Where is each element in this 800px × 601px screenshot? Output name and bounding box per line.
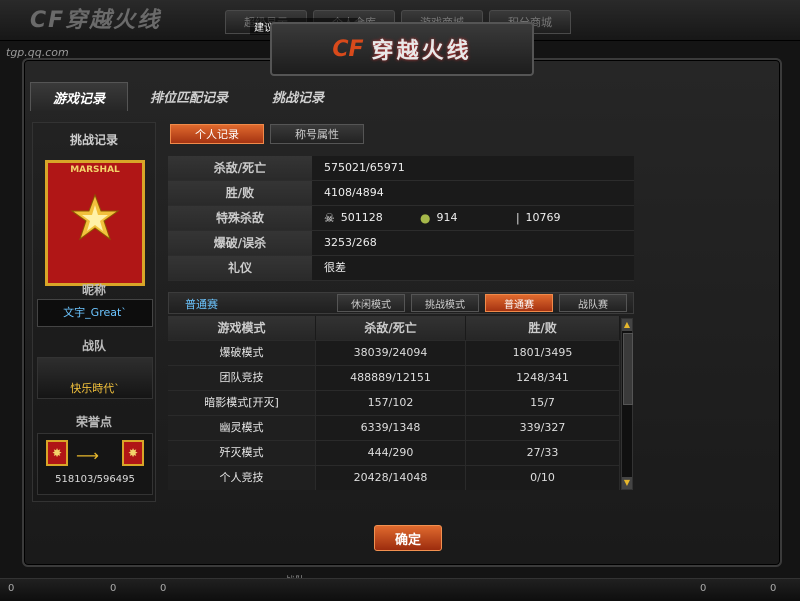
- nickname-value: 文宇_Great`: [37, 299, 153, 327]
- tab-personal-record[interactable]: 个人记录: [170, 124, 264, 144]
- table-row: 幽灵模式 6339/1348 339/327: [168, 415, 620, 440]
- background-logo: CF穿越火线: [30, 8, 162, 33]
- table-scrollbar[interactable]: ▲ ▼: [621, 318, 633, 490]
- grenade-icon: ●: [420, 211, 431, 225]
- table-cell: 27/33: [466, 441, 620, 465]
- stats-table: 杀敌/死亡 575021/65971 胜/败 4108/4894 特殊杀敌 ☠ …: [168, 156, 634, 281]
- stat-value: 很差: [312, 256, 634, 280]
- current-rank-icon: ✸: [46, 440, 68, 466]
- nickname-label: 昵称: [81, 283, 106, 297]
- special-kills: ☠ 501128 ● 914 ǀ 10769: [312, 206, 634, 230]
- table-row: 个人竞技 20428/14048 0/10: [168, 465, 620, 490]
- special-kill-item: ǀ 10769: [516, 206, 612, 230]
- background-count: 0: [770, 583, 777, 594]
- stat-label: 特殊杀敌: [168, 206, 312, 230]
- background-count: 0: [700, 583, 707, 594]
- honor-label: 荣誉点: [75, 415, 112, 429]
- logo-mark: CF: [332, 36, 364, 62]
- table-cell: 歼灭模式: [168, 441, 317, 465]
- mode-label: 普通赛: [185, 298, 218, 311]
- table-cell: 20428/14048: [316, 466, 467, 490]
- table-cell: 幽灵模式: [168, 416, 317, 440]
- tab-challenge-record[interactable]: 挑战记录: [250, 82, 346, 110]
- rank-badge: MARSHAL: [45, 160, 145, 286]
- panel-title: 挑战记录: [69, 133, 118, 147]
- table-header: 游戏模式 杀敌/死亡 胜/败: [168, 316, 620, 340]
- column-header: 杀敌/死亡: [316, 316, 467, 340]
- honor-box: ✸ ⟶ ✸ 518103/596495: [37, 433, 153, 495]
- table-cell: 15/7: [466, 391, 620, 415]
- mode-button-challenge[interactable]: 挑战模式: [411, 294, 479, 312]
- stat-row: 爆破/误杀 3253/268: [168, 231, 634, 256]
- background-count: 0: [160, 583, 167, 594]
- column-header: 游戏模式: [168, 316, 317, 340]
- special-kill-value: 10769: [525, 211, 561, 224]
- table-cell: 6339/1348: [316, 416, 467, 440]
- sub-tabs: 个人记录 称号属性: [170, 124, 364, 144]
- logo-text: 穿越火线: [371, 39, 472, 64]
- mode-stats-table: 游戏模式 杀敌/死亡 胜/败 爆破模式 38039/24094 1801/349…: [168, 316, 620, 490]
- special-kill-value: 914: [436, 211, 458, 224]
- confirm-button[interactable]: 确定: [374, 525, 442, 551]
- stat-label: 胜/败: [168, 181, 312, 205]
- stat-row: 特殊杀敌 ☠ 501128 ● 914 ǀ 10769: [168, 206, 634, 231]
- stat-row: 胜/败 4108/4894: [168, 181, 634, 206]
- column-header: 胜/败: [466, 316, 620, 340]
- arrow-right-icon: ⟶: [76, 446, 99, 465]
- background-count: 0: [8, 583, 15, 594]
- table-cell: 0/10: [466, 466, 620, 490]
- tab-ranked-record[interactable]: 排位匹配记录: [128, 82, 250, 110]
- mode-buttons: 休闲模式 挑战模式 普通赛 战队赛: [337, 294, 627, 312]
- scroll-up-icon[interactable]: ▲: [622, 319, 632, 331]
- stat-row: 礼仪 很差: [168, 256, 634, 281]
- table-row: 暗影模式[开灭] 157/102 15/7: [168, 390, 620, 415]
- next-rank-icon: ✸: [122, 440, 144, 466]
- mode-button-casual[interactable]: 休闲模式: [337, 294, 405, 312]
- mode-button-clan[interactable]: 战队赛: [559, 294, 627, 312]
- background-bottom-bar: 0 0 0 0 0: [0, 578, 800, 601]
- table-row: 爆破模式 38039/24094 1801/3495: [168, 340, 620, 365]
- table-cell: 团队竞技: [168, 366, 317, 390]
- mode-filter-bar: 普通赛 休闲模式 挑战模式 普通赛 战队赛: [168, 292, 634, 314]
- rank-label: MARSHAL: [70, 165, 120, 175]
- tab-title-attributes[interactable]: 称号属性: [270, 124, 364, 144]
- table-row: 歼灭模式 444/290 27/33: [168, 440, 620, 465]
- table-cell: 38039/24094: [316, 341, 467, 365]
- team-box[interactable]: 快乐時代`: [37, 357, 153, 399]
- team-label: 战队: [81, 339, 106, 353]
- table-cell: 157/102: [316, 391, 467, 415]
- table-cell: 339/327: [466, 416, 620, 440]
- stat-label: 杀敌/死亡: [168, 156, 312, 180]
- special-kill-item: ● 914: [420, 206, 516, 230]
- game-logo: CF 穿越火线: [270, 22, 534, 76]
- knife-icon: ǀ: [516, 211, 520, 225]
- table-cell: 488889/12151: [316, 366, 467, 390]
- table-cell: 1801/3495: [466, 341, 620, 365]
- table-row: 团队竞技 488889/12151 1248/341: [168, 365, 620, 390]
- tab-game-record[interactable]: 游戏记录: [30, 82, 129, 111]
- table-cell: 爆破模式: [168, 341, 317, 365]
- player-panel: 挑战记录 MARSHAL 昵称 文宇_Great` 战队 快乐時代` 荣誉点 ✸…: [32, 122, 156, 502]
- table-cell: 个人竞技: [168, 466, 317, 490]
- stat-value: 575021/65971: [312, 156, 634, 180]
- scroll-thumb[interactable]: [623, 333, 633, 405]
- stat-label: 爆破/误杀: [168, 231, 312, 255]
- stat-row: 杀敌/死亡 575021/65971: [168, 156, 634, 181]
- scroll-down-icon[interactable]: ▼: [622, 477, 632, 489]
- table-cell: 1248/341: [466, 366, 620, 390]
- table-cell: 444/290: [316, 441, 467, 465]
- stat-label: 礼仪: [168, 256, 312, 280]
- special-kill-item: ☠ 501128: [324, 206, 420, 230]
- background-count: 0: [110, 583, 117, 594]
- honor-value: 518103/596495: [55, 474, 135, 485]
- stat-value: 3253/268: [312, 231, 634, 255]
- skull-icon: ☠: [324, 211, 335, 225]
- main-tabs: 游戏记录 排位匹配记录 挑战记录: [30, 82, 346, 111]
- team-name: 快乐時代`: [70, 382, 120, 395]
- mode-button-normal[interactable]: 普通赛: [485, 294, 553, 312]
- special-kill-value: 501128: [340, 211, 383, 224]
- stat-value: 4108/4894: [312, 181, 634, 205]
- star-icon: [70, 193, 120, 241]
- table-cell: 暗影模式[开灭]: [168, 391, 317, 415]
